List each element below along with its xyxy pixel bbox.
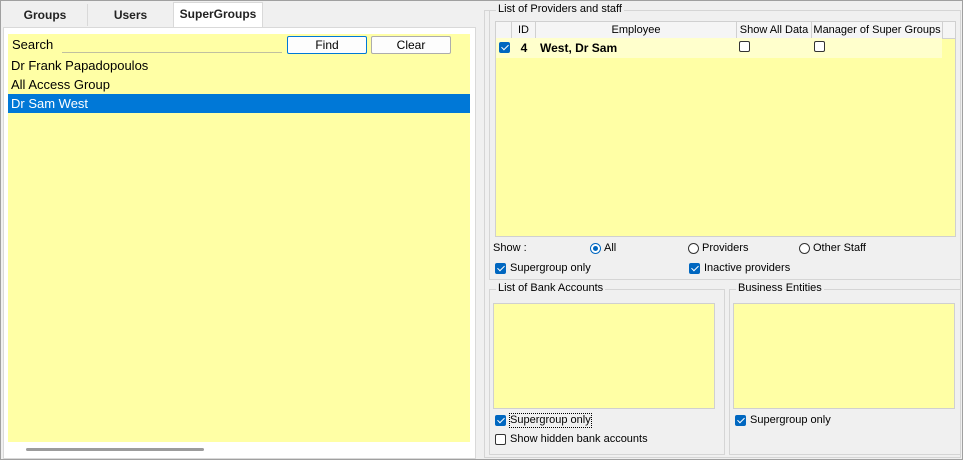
header-check-column — [496, 22, 512, 38]
radio-all[interactable] — [590, 243, 601, 254]
row-employee: West, Dr Sam — [540, 41, 618, 55]
list-item[interactable]: All Access Group — [8, 75, 470, 94]
row-id: 4 — [520, 41, 528, 55]
radio-providers-label[interactable]: Providers — [702, 242, 748, 255]
business-entities-list[interactable] — [733, 303, 955, 409]
providers-grid-header: ID Employee Show All Data Manager of Sup… — [496, 22, 955, 39]
business-entities-group-title: Business Entities — [736, 282, 824, 294]
row-select-checkbox[interactable] — [499, 42, 510, 53]
radio-other-staff[interactable] — [799, 243, 810, 254]
bank-accounts-group-title: List of Bank Accounts — [496, 282, 606, 294]
show-hidden-bank-accounts-checkbox[interactable] — [495, 434, 506, 445]
providers-supergroup-only-checkbox[interactable] — [495, 263, 506, 274]
providers-supergroup-only-label[interactable]: Supergroup only — [510, 262, 591, 275]
providers-group-title: List of Providers and staff — [496, 3, 624, 15]
find-button[interactable]: Find — [287, 36, 367, 54]
show-all-data-checkbox[interactable] — [739, 41, 750, 52]
search-label: Search — [12, 37, 54, 52]
tab-strip: Groups Users SuperGroups — [3, 2, 475, 29]
tab-supergroups[interactable]: SuperGroups — [173, 2, 263, 29]
clear-button[interactable]: Clear — [371, 36, 451, 54]
business-supergroup-only-checkbox[interactable] — [735, 415, 746, 426]
horizontal-scrollbar-thumb[interactable] — [26, 448, 204, 451]
providers-grid[interactable]: ID Employee Show All Data Manager of Sup… — [495, 21, 956, 237]
header-employee[interactable]: Employee — [536, 22, 737, 38]
list-item-selected[interactable]: Dr Sam West — [8, 94, 470, 113]
supergroups-list[interactable]: Dr Frank Papadopoulos All Access Group D… — [8, 56, 470, 442]
header-id[interactable]: ID — [512, 22, 536, 38]
header-manager-of-super-groups[interactable]: Manager of Super Groups — [812, 22, 943, 38]
show-label: Show : — [493, 242, 527, 254]
manager-of-super-groups-checkbox[interactable] — [814, 41, 825, 52]
list-item[interactable]: Dr Frank Papadopoulos — [8, 56, 470, 75]
inactive-providers-checkbox[interactable] — [689, 263, 700, 274]
radio-all-label[interactable]: All — [604, 242, 616, 255]
radio-other-staff-label[interactable]: Other Staff — [813, 242, 866, 255]
search-input[interactable] — [62, 36, 282, 53]
table-row[interactable]: 4 West, Dr Sam — [496, 38, 942, 58]
show-hidden-bank-accounts-label[interactable]: Show hidden bank accounts — [510, 433, 648, 446]
bank-accounts-list[interactable] — [493, 303, 715, 409]
window-frame: Groups Users SuperGroups Search Find Cle… — [0, 0, 963, 460]
bank-supergroup-only-label[interactable]: Supergroup only — [509, 413, 592, 428]
tab-users[interactable]: Users — [88, 4, 174, 26]
search-bar: Search Find Clear — [8, 34, 470, 56]
supergroups-panel: Search Find Clear Dr Frank Papadopoulos … — [3, 27, 476, 459]
header-show-all-data[interactable]: Show All Data — [737, 22, 812, 38]
radio-providers[interactable] — [688, 243, 699, 254]
inactive-providers-label[interactable]: Inactive providers — [704, 262, 790, 275]
bank-supergroup-only-checkbox[interactable] — [495, 415, 506, 426]
tab-groups[interactable]: Groups — [3, 4, 88, 26]
business-supergroup-only-label[interactable]: Supergroup only — [750, 414, 831, 427]
